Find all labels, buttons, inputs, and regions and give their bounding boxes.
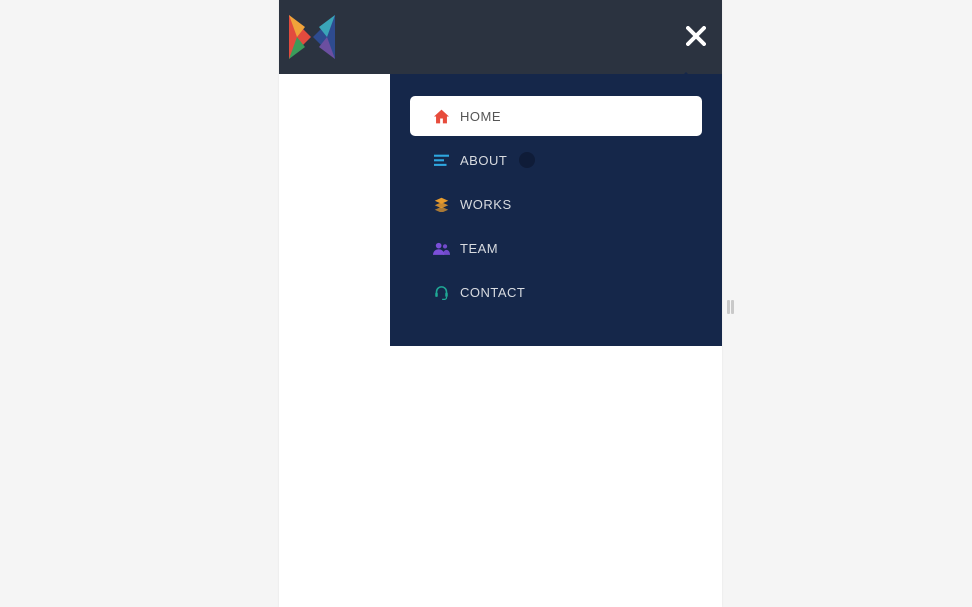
bars-icon [430,154,452,167]
header-bar [279,0,722,74]
nav-item-home[interactable]: HOME [410,96,702,136]
nav-item-label: ABOUT [460,153,507,168]
home-icon [430,109,452,124]
nav-dropdown: HOME ABOUT WORKS [390,74,722,346]
nav-item-about[interactable]: ABOUT [410,140,702,180]
nav-item-label: WORKS [460,197,512,212]
scroll-handle[interactable] [727,300,730,314]
close-menu-button[interactable] [686,23,706,51]
nav-item-label: HOME [460,109,501,124]
nav-item-works[interactable]: WORKS [410,184,702,224]
app-viewport: HOME ABOUT WORKS [279,0,722,607]
headset-icon [430,285,452,300]
users-icon [430,242,452,255]
logo[interactable] [289,15,335,59]
layers-icon [430,197,452,212]
nav-item-contact[interactable]: CONTACT [410,272,702,312]
nav-item-team[interactable]: TEAM [410,228,702,268]
nav-item-label: TEAM [460,241,498,256]
nav-item-label: CONTACT [460,285,525,300]
close-icon [686,26,706,46]
logo-icon [289,15,335,59]
notification-badge [519,152,535,168]
